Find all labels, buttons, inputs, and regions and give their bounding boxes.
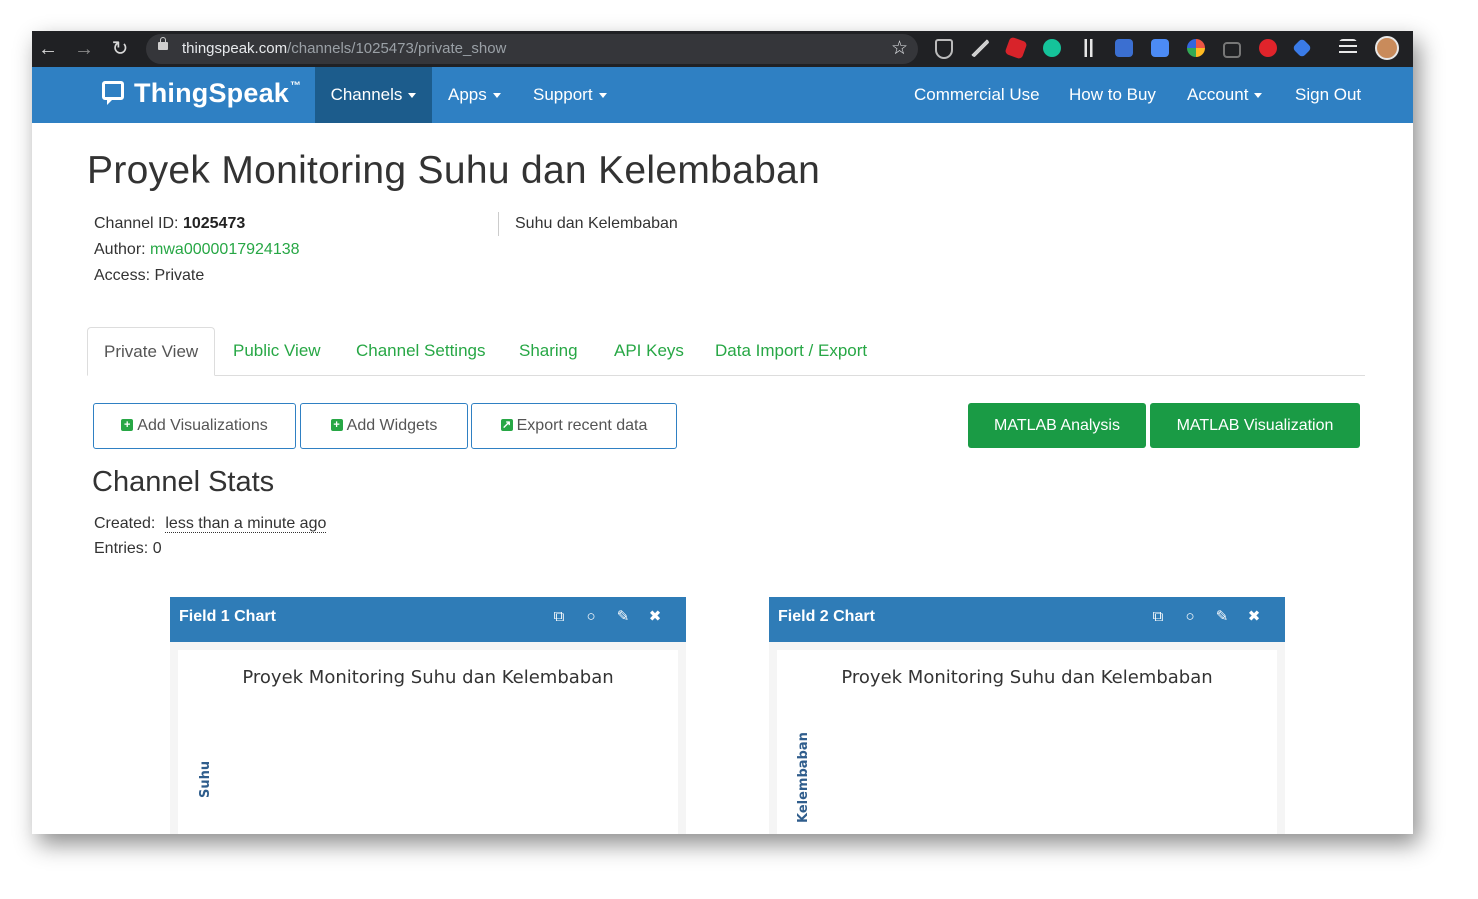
chart-area: Proyek Monitoring Suhu dan Kelembaban Su… (178, 650, 678, 834)
close-icon[interactable]: ✖ (644, 607, 666, 627)
panel-header: Field 1 Chart ⧉ ○ ✎ ✖ (170, 597, 686, 642)
shield-extension-icon[interactable] (935, 39, 953, 59)
browser-toolbar: ← → ↻ thingspeak.com/channels/1025473/pr… (32, 31, 1413, 67)
comment-icon[interactable]: ○ (1179, 607, 1201, 627)
blue-diamond-extension-icon[interactable] (1292, 38, 1312, 58)
url-text: thingspeak.com/channels/1025473/private_… (182, 40, 507, 57)
nav-support[interactable]: Support (533, 67, 607, 123)
author-link[interactable]: mwa0000017924138 (150, 241, 299, 258)
speech-bubble-icon (102, 81, 124, 105)
export-icon: ↗ (500, 418, 513, 431)
lock-icon (158, 37, 168, 50)
external-link-icon[interactable]: ⧉ (548, 607, 570, 627)
nav-commercial-use[interactable]: Commercial Use (914, 67, 1040, 123)
stats-entries: Entries: 0 (94, 540, 162, 557)
main-navbar: ThingSpeak ™ Channels Apps Support Comme… (32, 67, 1413, 123)
field-2-chart-panel: Field 2 Chart ⧉ ○ ✎ ✖ Proyek Monitoring Suh… (769, 597, 1285, 834)
pencil-icon[interactable]: ✎ (612, 607, 634, 627)
reading-list-icon[interactable] (1339, 39, 1357, 57)
chart-y-axis-label: Suhu (198, 760, 213, 798)
divider (498, 212, 499, 236)
tab-sharing[interactable]: Sharing (519, 327, 578, 375)
bookmark-star-icon[interactable]: ☆ (891, 38, 908, 60)
channel-description: Suhu dan Kelembaban (515, 215, 678, 232)
nav-how-to-buy[interactable]: How to Buy (1069, 67, 1156, 123)
caret-down-icon (492, 93, 501, 99)
tab-private-view[interactable]: Private View (87, 327, 216, 376)
chart-title: Proyek Monitoring Suhu dan Kelembaban (242, 667, 614, 688)
red-extension-icon[interactable] (1004, 36, 1028, 60)
nav-sign-out[interactable]: Sign Out (1295, 67, 1361, 123)
field-1-chart-panel: Field 1 Chart ⧉ ○ ✎ ✖ Proyek Monitoring Suh… (170, 597, 686, 834)
pen-extension-icon[interactable] (971, 39, 989, 57)
panel-header: Field 2 Chart ⧉ ○ ✎ ✖ (769, 597, 1285, 642)
close-icon[interactable]: ✖ (1243, 607, 1265, 627)
nav-account[interactable]: Account (1187, 67, 1263, 123)
channel-tabs: Private View Public View Channel Setting… (87, 327, 1365, 376)
external-link-icon[interactable]: ⧉ (1147, 607, 1169, 627)
plus-icon: + (121, 418, 134, 431)
channel-stats-heading: Channel Stats (92, 466, 275, 498)
red-circle-extension-icon[interactable] (1259, 39, 1277, 57)
chart-title: Proyek Monitoring Suhu dan Kelembaban (841, 667, 1213, 688)
chart-area: Proyek Monitoring Suhu dan Kelembaban Ke… (777, 650, 1277, 834)
panel-title: Field 1 Chart (179, 608, 276, 625)
channel-id: Channel ID: 1025473 (94, 215, 246, 232)
export-recent-data-button[interactable]: ↗ Export recent data (471, 403, 677, 449)
matlab-analysis-button[interactable]: MATLAB Analysis (968, 403, 1146, 448)
stats-extension-icon[interactable] (1079, 39, 1097, 57)
nav-apps[interactable]: Apps (448, 67, 501, 123)
grammarly-icon[interactable] (1043, 39, 1061, 57)
pencil-icon[interactable]: ✎ (1211, 607, 1233, 627)
tab-channel-settings[interactable]: Channel Settings (356, 327, 485, 375)
reload-icon[interactable]: ↻ (108, 37, 132, 61)
comment-icon[interactable]: ○ (580, 607, 602, 627)
blue-square-extension-icon[interactable] (1115, 39, 1133, 57)
caret-down-icon (1254, 93, 1263, 99)
forward-arrow-icon[interactable]: → (72, 37, 96, 61)
nav-channels[interactable]: Channels (315, 67, 432, 123)
colorful-extension-icon[interactable] (1187, 39, 1205, 57)
stats-created: Created: less than a minute ago (94, 515, 327, 533)
translate-extension-icon[interactable] (1151, 39, 1169, 57)
cast-extension-icon[interactable] (1223, 42, 1241, 58)
caret-down-icon (408, 93, 417, 99)
page-title: Proyek Monitoring Suhu dan Kelembaban (87, 149, 821, 192)
matlab-visualization-button[interactable]: MATLAB Visualization (1150, 403, 1360, 448)
channel-author: Author: mwa0000017924138 (94, 241, 300, 258)
caret-down-icon (598, 93, 607, 99)
add-widgets-button[interactable]: + Add Widgets (300, 403, 468, 449)
channel-access: Access: Private (94, 267, 205, 284)
panel-title: Field 2 Chart (778, 608, 875, 625)
back-arrow-icon[interactable]: ← (36, 37, 60, 61)
profile-avatar[interactable] (1375, 36, 1399, 60)
tab-data-import-export[interactable]: Data Import / Export (715, 327, 867, 375)
tab-public-view[interactable]: Public View (233, 327, 321, 375)
chart-y-axis-label: Kelembaban (796, 732, 811, 823)
add-visualizations-button[interactable]: + Add Visualizations (93, 403, 296, 449)
tab-api-keys[interactable]: API Keys (614, 327, 684, 375)
browser-window: ← → ↻ thingspeak.com/channels/1025473/pr… (32, 31, 1413, 834)
plus-icon: + (330, 418, 343, 431)
address-bar[interactable]: thingspeak.com/channels/1025473/private_… (146, 34, 918, 64)
